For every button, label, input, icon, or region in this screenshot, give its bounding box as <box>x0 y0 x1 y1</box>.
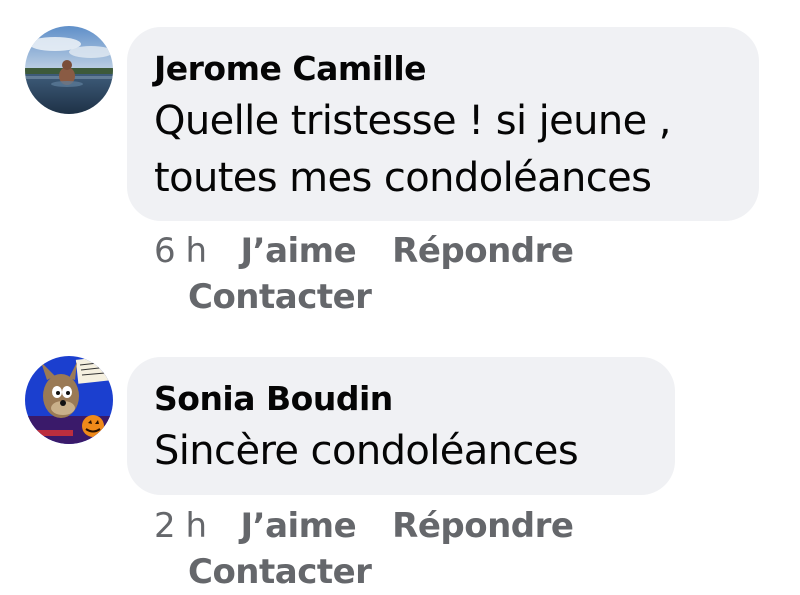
comment-author[interactable]: Sonia Boudin <box>154 379 647 419</box>
comment-text-line: Quelle tristesse ! si jeune , <box>154 98 671 144</box>
contact-button[interactable]: Contacter <box>188 274 573 320</box>
avatar-photo-lake <box>25 26 113 114</box>
comment-timestamp[interactable]: 2 h <box>154 503 207 549</box>
comment-text: Sincère condoléances <box>154 423 647 480</box>
comment-bubble: Jerome Camille Quelle tristesse ! si jeu… <box>127 27 759 221</box>
like-button[interactable]: J’aime <box>241 503 357 549</box>
contact-button[interactable]: Contacter <box>188 549 573 595</box>
comment-timestamp[interactable]: 6 h <box>154 228 207 274</box>
comment-author[interactable]: Jerome Camille <box>154 49 731 89</box>
comment-text: Quelle tristesse ! si jeune , toutes mes… <box>154 93 731 207</box>
like-button[interactable]: J’aime <box>241 228 357 274</box>
comment-text-line: toutes mes condoléances <box>154 155 652 201</box>
comment-actions: 2 h J’aime Répondre Contacter <box>154 503 574 595</box>
avatar-sonia-boudin[interactable] <box>25 356 113 444</box>
comment-item: Jerome Camille Quelle tristesse ! si jeu… <box>0 0 800 330</box>
reply-button[interactable]: Répondre <box>392 228 574 274</box>
comment-text-line: Sincère condoléances <box>154 428 579 474</box>
avatar-cartoon-coyote <box>25 356 113 444</box>
reply-button[interactable]: Répondre <box>392 503 574 549</box>
comment-item: Sonia Boudin Sincère condoléances 2 h J’a… <box>0 330 800 592</box>
avatar-jerome-camille[interactable] <box>25 26 113 114</box>
comment-bubble: Sonia Boudin Sincère condoléances <box>127 357 675 495</box>
comment-actions: 6 h J’aime Répondre Contacter <box>154 228 574 320</box>
